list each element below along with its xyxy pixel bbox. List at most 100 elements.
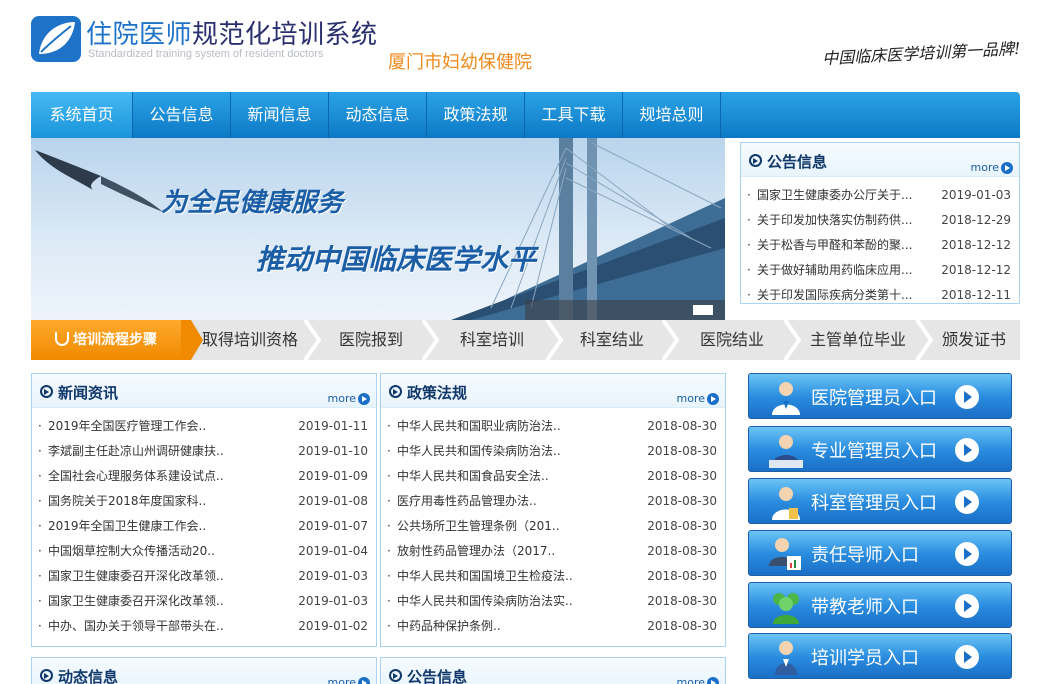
item-title: 关于做好辅助用药临床应用... (757, 263, 913, 277)
item-date: 2019-01-08 (298, 494, 368, 508)
circle-arrow-right-icon (955, 542, 979, 566)
list-item[interactable]: 中华人民共和国职业病防治法.. 2018-08-30 (381, 414, 725, 439)
news-panel: 新闻资讯 more 2019年全国医疗管理工作会.. 2019-01-11 李斌副… (31, 373, 377, 647)
teaching-teacher-entry-button[interactable]: 带教老师入口 (748, 582, 1012, 628)
step-register[interactable]: 医院报到 (321, 320, 421, 360)
list-item[interactable]: 全国社会心理服务体系建设试点.. 2019-01-09 (32, 464, 376, 489)
notice-panel-title: 公告信息 (767, 153, 828, 171)
item-date: 2019-01-04 (298, 544, 368, 558)
item-date: 2018-12-11 (941, 288, 1011, 302)
nav-item-dynamic[interactable]: 动态信息 (329, 92, 427, 138)
entry-label: 带教老师入口 (811, 597, 919, 618)
nav-item-policy[interactable]: 政策法规 (427, 92, 525, 138)
list-item[interactable]: 中药品种保护条例.. 2018-08-30 (381, 614, 725, 639)
item-date: 2019-01-09 (298, 469, 368, 483)
admin-at-desk-icon (769, 435, 803, 468)
list-item[interactable]: 关于印发加快落实仿制药供... 2018-12-29 (741, 208, 1019, 233)
professional-admin-entry-button[interactable]: 专业管理员入口 (748, 426, 1012, 472)
banner-slogan-2: 推动中国临床医学水平 (256, 243, 537, 276)
dynamic-panel-header: 动态信息 more (32, 658, 376, 684)
item-date: 2018-08-30 (647, 419, 717, 433)
circle-arrow-icon (389, 669, 402, 682)
list-item[interactable]: 中华人民共和国传染病防治法.. 2018-08-30 (381, 439, 725, 464)
step-qualification[interactable]: 取得培训资格 (197, 320, 303, 360)
list-item[interactable]: 2019年全国医疗管理工作会.. 2019-01-11 (32, 414, 376, 439)
doctor-icon (772, 382, 800, 415)
responsible-tutor-entry-button[interactable]: 责任导师入口 (748, 530, 1012, 576)
policy-more-link[interactable]: more (677, 392, 719, 405)
hero-banner[interactable]: 为全民健康服务 推动中国临床医学水平 (31, 138, 725, 320)
list-item[interactable]: 关于松香与甲醛和苯酚的聚... 2018-12-12 (741, 233, 1019, 258)
item-title: 医疗用毒性药品管理办法.. (397, 494, 537, 508)
entry-label: 责任导师入口 (811, 545, 919, 566)
list-item[interactable]: 中国烟草控制大众传播活动20.. 2019-01-04 (32, 539, 376, 564)
item-title: 中国烟草控制大众传播活动20.. (48, 544, 215, 558)
news-more-link[interactable]: more (327, 392, 370, 405)
item-title: 全国社会心理服务体系建设试点.. (48, 469, 224, 483)
nav-item-notice[interactable]: 公告信息 (133, 92, 231, 138)
item-title: 中药品种保护条例.. (397, 619, 501, 633)
list-item[interactable]: 关于做好辅助用药临床应用... 2018-12-12 (741, 258, 1019, 283)
arrow-right-icon (358, 676, 370, 684)
step-dept-training[interactable]: 科室培训 (439, 320, 545, 360)
step-certificate[interactable]: 颁发证书 (931, 320, 1017, 360)
news-panel-title: 新闻资讯 (58, 384, 119, 402)
leaf-logo-icon (31, 16, 81, 62)
item-date: 2019-01-03 (941, 188, 1011, 202)
item-title: 关于印发国际疾病分类第十... (757, 288, 913, 302)
news-list: 2019年全国医疗管理工作会.. 2019-01-11 李斌副主任赴凉山州调研健康… (32, 408, 376, 639)
item-date: 2018-12-29 (941, 213, 1011, 227)
nav-item-news[interactable]: 新闻信息 (231, 92, 329, 138)
item-title: 中华人民共和国传染病防治法.. (397, 444, 561, 458)
list-item[interactable]: 国家卫生健康委召开深化改革领.. 2019-01-03 (32, 564, 376, 589)
nav-item-download[interactable]: 工具下载 (525, 92, 623, 138)
item-title: 关于印发加快落实仿制药供... (757, 213, 913, 227)
dept-admin-entry-button[interactable]: 科室管理员入口 (748, 478, 1012, 524)
nav-item-rules[interactable]: 规培总则 (623, 92, 721, 138)
entry-label: 科室管理员入口 (811, 493, 937, 514)
circle-arrow-icon (389, 385, 402, 398)
main-nav: 系统首页 公告信息 新闻信息 动态信息 政策法规 工具下载 规培总则 (31, 92, 1020, 138)
arrow-right-icon (358, 392, 370, 405)
circle-arrow-icon (40, 385, 53, 398)
notice-more-link[interactable]: more (971, 161, 1013, 174)
step-hospital-complete[interactable]: 医院结业 (681, 320, 783, 360)
list-item[interactable]: 2019年全国卫生健康工作会.. 2019-01-07 (32, 514, 376, 539)
list-item[interactable]: 中华人民共和国食品安全法.. 2018-08-30 (381, 464, 725, 489)
site-subtitle: Standardized training system of resident… (88, 48, 324, 60)
list-item[interactable]: 国家卫生健康委召开深化改革领.. 2019-01-03 (32, 589, 376, 614)
circle-arrow-right-icon (955, 645, 979, 669)
nav-item-home[interactable]: 系统首页 (31, 92, 133, 138)
list-item[interactable]: 中华人民共和国国境卫生检疫法.. 2018-08-30 (381, 564, 725, 589)
notice-2-more-link[interactable]: more (677, 676, 719, 684)
trainee-entry-button[interactable]: 培训学员入口 (748, 633, 1012, 679)
list-item[interactable]: 医疗用毒性药品管理办法.. 2018-08-30 (381, 489, 725, 514)
item-date: 2018-08-30 (647, 544, 717, 558)
list-item[interactable]: 关于印发国际疾病分类第十... 2018-12-11 (741, 283, 1019, 308)
circle-arrow-icon (40, 669, 53, 682)
process-title-label: 培训流程步骤 (73, 332, 157, 348)
list-item[interactable]: 国家卫生健康委办公厅关于... 2019-01-03 (741, 183, 1019, 208)
item-title: 国务院关于2018年度国家科.. (48, 494, 207, 508)
list-item[interactable]: 中办、国办关于领导干部带头在.. 2019-01-02 (32, 614, 376, 639)
item-title: 国家卫生健康委办公厅关于... (757, 188, 913, 202)
step-graduation[interactable]: 主管单位毕业 (801, 320, 915, 360)
tutor-chart-icon (769, 538, 801, 570)
notice-panel-2: 公告信息 more (380, 657, 726, 684)
item-date: 2019-01-03 (298, 569, 368, 583)
list-item[interactable]: 放射性药品管理办法（2017.. 2018-08-30 (381, 539, 725, 564)
step-dept-complete[interactable]: 科室结业 (563, 320, 661, 360)
hospital-admin-entry-button[interactable]: 医院管理员入口 (748, 373, 1012, 419)
arrow-right-icon (707, 392, 719, 405)
list-item[interactable]: 国务院关于2018年度国家科.. 2019-01-08 (32, 489, 376, 514)
circle-arrow-icon (749, 154, 762, 167)
list-item[interactable]: 中华人民共和国传染病防治法实.. 2018-08-30 (381, 589, 725, 614)
item-date: 2018-12-12 (941, 263, 1011, 277)
carousel-dot[interactable] (693, 305, 713, 315)
group-users-icon (773, 593, 799, 624)
process-title: 培训流程步骤 (31, 320, 181, 360)
list-item[interactable]: 李斌副主任赴凉山州调研健康扶.. 2019-01-10 (32, 439, 376, 464)
more-label: more (327, 392, 357, 405)
dynamic-more-link[interactable]: more (328, 676, 370, 684)
list-item[interactable]: 公共场所卫生管理条例（201.. 2018-08-30 (381, 514, 725, 539)
